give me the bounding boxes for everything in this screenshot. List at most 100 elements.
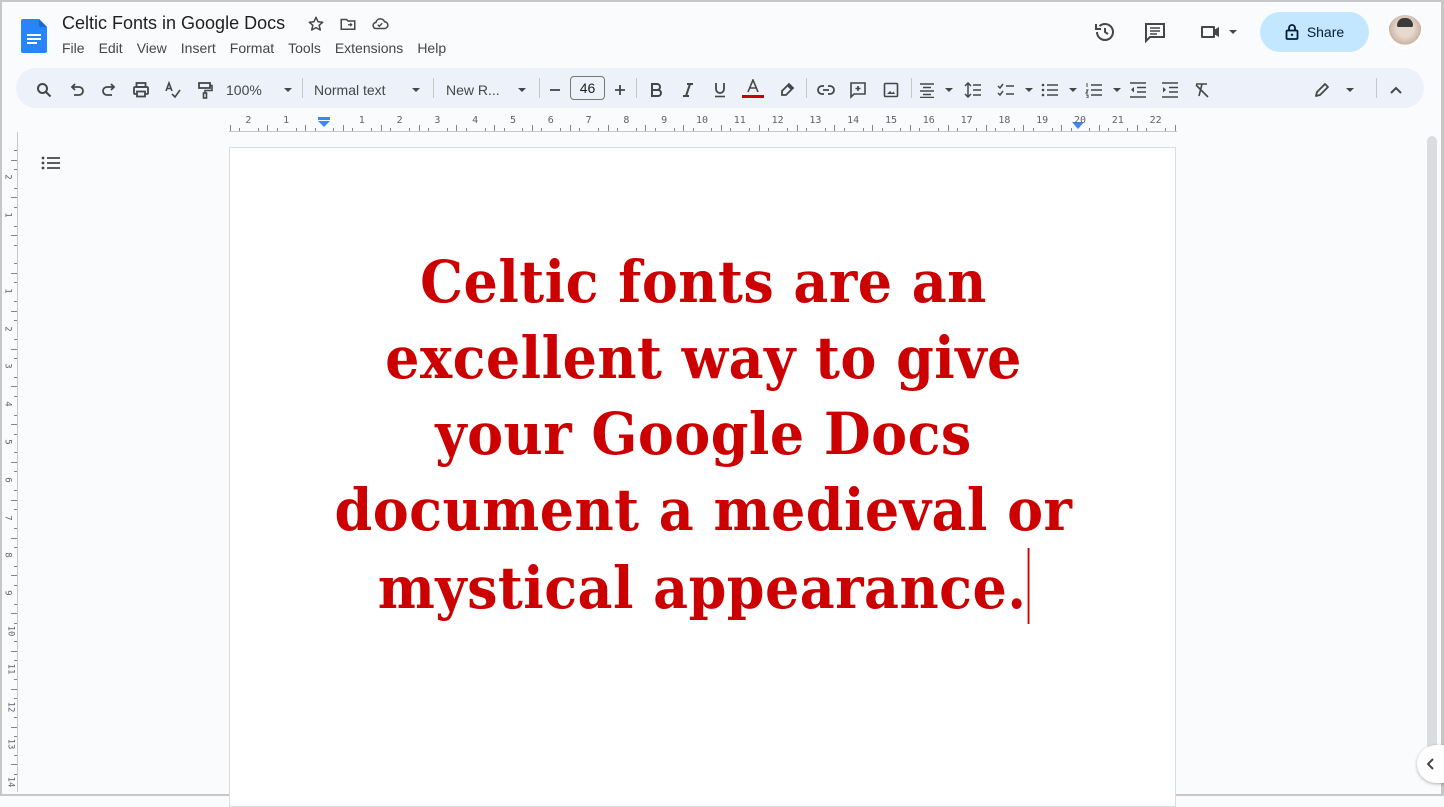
document-title[interactable]: Celtic Fonts in Google Docs bbox=[62, 13, 285, 34]
chevron-down-icon bbox=[518, 88, 526, 92]
editing-mode-button[interactable] bbox=[1314, 78, 1354, 102]
style-select[interactable]: Normal text bbox=[314, 78, 420, 102]
menu-file[interactable]: File bbox=[55, 40, 92, 56]
ruler-tick bbox=[14, 774, 17, 775]
bulleted-list-button[interactable] bbox=[1041, 78, 1077, 102]
ruler-tick bbox=[14, 509, 17, 510]
search-menus-button[interactable] bbox=[34, 78, 54, 102]
numbered-list-button[interactable] bbox=[1085, 78, 1121, 102]
font-size-input[interactable]: 46 bbox=[570, 76, 605, 100]
bold-button[interactable] bbox=[646, 78, 666, 102]
document-body[interactable]: Celtic fonts are an excellent way to giv… bbox=[319, 244, 1088, 626]
vertical-ruler[interactable]: 211234567891011121314 bbox=[3, 132, 18, 792]
ruler-tick bbox=[1146, 128, 1147, 131]
horizontal-ruler[interactable]: 2112345678910111213141516171819202122 bbox=[229, 112, 1177, 132]
ruler-label: 4 bbox=[472, 115, 478, 126]
ruler-label: 11 bbox=[5, 663, 15, 674]
clear-formatting-button[interactable] bbox=[1192, 78, 1212, 102]
meet-button[interactable] bbox=[1196, 18, 1240, 46]
ruler-tick bbox=[14, 566, 17, 567]
underline-button[interactable] bbox=[710, 78, 730, 102]
ruler-tick bbox=[1127, 128, 1128, 131]
chevron-down-icon bbox=[284, 88, 292, 92]
insert-link-button[interactable] bbox=[815, 78, 837, 102]
ruler-tick bbox=[1052, 128, 1053, 131]
increase-indent-button[interactable] bbox=[1160, 78, 1180, 102]
ruler-tick bbox=[14, 698, 17, 699]
ruler-tick bbox=[919, 128, 920, 131]
version-history-icon bbox=[1093, 20, 1117, 44]
ruler-tick bbox=[381, 125, 382, 131]
add-comment-button[interactable] bbox=[847, 78, 869, 102]
ruler-tick bbox=[305, 125, 306, 131]
ruler-tick bbox=[11, 575, 17, 576]
menu-tools[interactable]: Tools bbox=[281, 40, 328, 56]
menu-edit[interactable]: Edit bbox=[92, 40, 130, 56]
ruler-tick bbox=[863, 128, 864, 131]
divider bbox=[433, 78, 434, 98]
checklist-button[interactable] bbox=[997, 78, 1033, 102]
text-color-button[interactable] bbox=[740, 76, 766, 100]
undo-button[interactable] bbox=[67, 78, 87, 102]
docs-logo-icon[interactable] bbox=[21, 19, 47, 53]
header: Celtic Fonts in Google Docs File Edit Vi… bbox=[0, 0, 1444, 64]
comments-button[interactable] bbox=[1141, 18, 1169, 46]
spelling-check-button[interactable] bbox=[163, 78, 183, 102]
ruler-tick bbox=[277, 128, 278, 131]
ruler-tick bbox=[655, 128, 656, 131]
style-value: Normal text bbox=[314, 82, 386, 98]
zoom-select[interactable]: 100% bbox=[226, 78, 292, 102]
cloud-saved-icon[interactable] bbox=[370, 14, 390, 34]
vertical-scrollbar[interactable] bbox=[1427, 136, 1437, 766]
menu-help[interactable]: Help bbox=[410, 40, 453, 56]
ruler-tick bbox=[910, 125, 911, 131]
document-page[interactable]: Celtic fonts are an excellent way to giv… bbox=[229, 147, 1176, 807]
ruler-tick bbox=[485, 128, 486, 131]
ruler-tick bbox=[333, 128, 334, 131]
avatar[interactable] bbox=[1388, 15, 1422, 49]
bulleted-list-icon bbox=[1041, 82, 1059, 98]
menu-view[interactable]: View bbox=[130, 40, 174, 56]
highlight-color-button[interactable] bbox=[777, 78, 797, 102]
version-history-button[interactable] bbox=[1091, 18, 1119, 46]
ruler-tick bbox=[844, 128, 845, 131]
ruler-label: 1 bbox=[359, 115, 365, 126]
checklist-icon bbox=[997, 82, 1015, 98]
ruler-tick bbox=[14, 226, 17, 227]
italic-icon bbox=[681, 82, 695, 98]
share-button[interactable]: Share bbox=[1260, 12, 1369, 52]
increase-font-size-button[interactable] bbox=[611, 78, 629, 102]
document-outline-button[interactable] bbox=[40, 154, 64, 176]
print-button[interactable] bbox=[131, 78, 151, 102]
menu-format[interactable]: Format bbox=[223, 40, 281, 56]
decrease-indent-icon bbox=[1129, 82, 1147, 98]
chevron-left-icon bbox=[1427, 758, 1435, 770]
search-icon bbox=[36, 82, 52, 98]
paint-format-button[interactable] bbox=[195, 78, 215, 102]
ruler-tick bbox=[1014, 128, 1015, 131]
font-select[interactable]: New R... bbox=[446, 78, 526, 102]
decrease-font-size-button[interactable] bbox=[546, 78, 564, 102]
italic-button[interactable] bbox=[678, 78, 698, 102]
divider bbox=[806, 78, 807, 98]
menu-extensions[interactable]: Extensions bbox=[328, 40, 410, 56]
decrease-indent-button[interactable] bbox=[1128, 78, 1148, 102]
menu-insert[interactable]: Insert bbox=[174, 40, 223, 56]
highlighter-icon bbox=[779, 82, 795, 98]
ruler-tick bbox=[11, 424, 17, 425]
line-spacing-button[interactable] bbox=[963, 78, 983, 102]
ruler-tick bbox=[14, 301, 17, 302]
insert-image-button[interactable] bbox=[880, 78, 902, 102]
ruler-label: 19 bbox=[1036, 115, 1048, 126]
star-icon[interactable] bbox=[306, 14, 326, 34]
bold-icon bbox=[649, 82, 663, 98]
move-to-folder-icon[interactable] bbox=[338, 14, 358, 34]
align-button[interactable] bbox=[919, 78, 953, 102]
ruler-label: 1 bbox=[283, 115, 289, 126]
ruler-tick bbox=[258, 128, 259, 131]
ruler-label: 9 bbox=[661, 115, 667, 126]
hide-menus-button[interactable] bbox=[1386, 78, 1406, 102]
ruler-tick bbox=[976, 128, 977, 131]
redo-button[interactable] bbox=[99, 78, 119, 102]
left-indent-marker[interactable] bbox=[318, 117, 330, 127]
